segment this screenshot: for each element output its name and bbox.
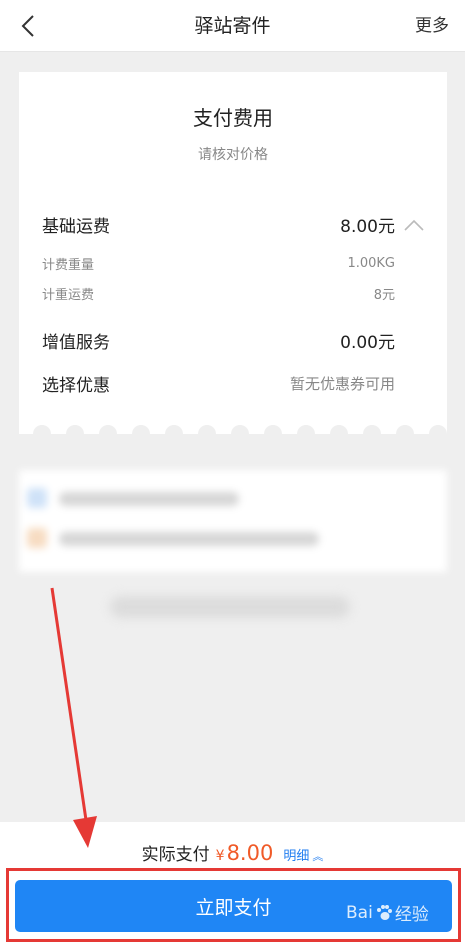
discount-label: 选择优惠 — [42, 376, 110, 396]
scallop-notch — [165, 425, 183, 443]
scallop-notch — [363, 425, 381, 443]
app-screen: 驿站寄件 更多 支付费用 请核对价格 基础运费 8.00元 计费重量 1.00K… — [0, 0, 465, 950]
base-fee-value: 8.00元 — [340, 217, 395, 237]
pay-now-button[interactable]: 立即支付 — [15, 880, 452, 932]
scallop-notch — [264, 425, 282, 443]
blurred-line — [59, 492, 239, 506]
double-chevron-up-icon: ︽ — [312, 850, 324, 863]
nav-header: 驿站寄件 更多 — [0, 0, 465, 52]
actual-pay-label: 实际支付 — [141, 845, 210, 865]
card-title: 支付费用 — [193, 106, 273, 130]
detail-link[interactable]: 明细 ︽ — [283, 845, 323, 864]
blurred-dot — [27, 488, 47, 508]
scallop-notch — [231, 425, 249, 443]
scallop-notch — [198, 425, 216, 443]
discount-row[interactable]: 选择优惠 暂无优惠券可用 — [42, 371, 395, 396]
value-added-row[interactable]: 增值服务 0.00元 — [42, 328, 395, 353]
scallop-notch — [330, 425, 348, 443]
card-subtitle: 请核对价格 — [198, 147, 268, 163]
page-title: 驿站寄件 — [194, 15, 271, 37]
scallop-notch — [66, 425, 84, 443]
payment-card: 支付费用 请核对价格 基础运费 8.00元 计费重量 1.00KG 计重运费 8… — [19, 72, 447, 434]
weight-fee-row: 计重运费 8元 — [42, 284, 395, 303]
base-fee-label: 基础运费 — [42, 217, 110, 237]
chevron-up-icon[interactable] — [403, 218, 425, 232]
detail-label: 明细 — [283, 849, 310, 864]
weight-row: 计费重量 1.00KG — [42, 254, 395, 273]
weight-fee-label: 计重运费 — [42, 288, 95, 303]
value-added-label: 增值服务 — [42, 333, 110, 353]
pay-amount: 8.00 — [226, 841, 274, 865]
blurred-strip — [110, 596, 350, 618]
blurred-line — [59, 532, 319, 546]
more-button[interactable]: 更多 — [415, 0, 449, 52]
back-button[interactable] — [10, 8, 46, 44]
value-added-value: 0.00元 — [340, 333, 395, 353]
scallop-notch — [33, 425, 51, 443]
scallop-notch — [297, 425, 315, 443]
blurred-dot — [27, 528, 47, 548]
base-fee-row[interactable]: 基础运费 8.00元 — [42, 212, 395, 237]
card-scallop-edge — [19, 425, 447, 445]
weight-label: 计费重量 — [42, 258, 95, 273]
discount-value: 暂无优惠券可用 — [289, 375, 395, 393]
weight-fee-value: 8元 — [373, 288, 395, 303]
scallop-notch — [132, 425, 150, 443]
currency-symbol: ¥ — [215, 848, 225, 864]
chevron-left-icon — [21, 15, 34, 37]
weight-value: 1.00KG — [347, 256, 395, 271]
scallop-notch — [429, 425, 447, 443]
pay-summary: 实际支付 ¥ 8.00 明细 ︽ — [0, 840, 465, 865]
blurred-info-card — [19, 470, 447, 572]
scallop-notch — [99, 425, 117, 443]
scallop-notch — [396, 425, 414, 443]
